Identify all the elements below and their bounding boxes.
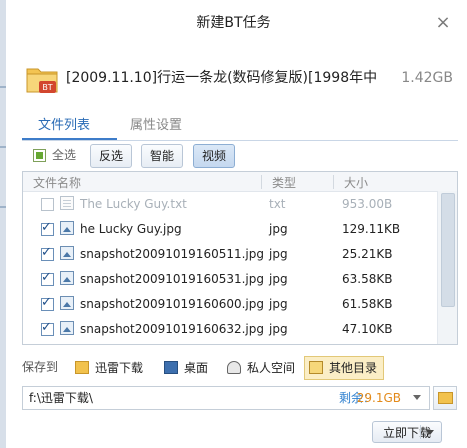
folder-icon bbox=[75, 361, 89, 374]
scrollbar-thumb[interactable] bbox=[441, 193, 455, 307]
file-type: jpg bbox=[269, 322, 288, 336]
destination-desktop[interactable]: 桌面 bbox=[159, 356, 215, 380]
save-path-combobox[interactable]: f:\迅雷下载\ 剩余： 29.1GB bbox=[22, 386, 430, 410]
browse-folder-button[interactable] bbox=[433, 386, 457, 410]
dialog-title: 新建BT任务 bbox=[196, 15, 271, 31]
file-checkbox[interactable] bbox=[41, 198, 54, 211]
download-now-button[interactable]: 立即下载 bbox=[372, 421, 442, 443]
file-type: jpg bbox=[269, 297, 288, 311]
file-size: 61.58KB bbox=[342, 297, 393, 311]
file-row[interactable]: snapshot20091019160531.jpg jpg 63.58KB bbox=[23, 267, 437, 291]
file-row[interactable]: snapshot20091019160511.jpg jpg 25.21KB bbox=[23, 242, 437, 266]
file-type: jpg bbox=[269, 247, 288, 261]
image-file-icon bbox=[60, 271, 74, 285]
image-file-icon bbox=[60, 321, 74, 335]
task-name: [2009.11.10]行运一条龙(数码修复版)[1998年中... bbox=[66, 70, 376, 86]
desktop-icon bbox=[164, 361, 178, 374]
file-list: 文件名称 类型 大小 The Lucky Guy.txt txt 953.00B… bbox=[22, 171, 458, 345]
file-size: 953.00B bbox=[342, 197, 393, 211]
destination-other-folder[interactable]: 其他目录 bbox=[304, 356, 385, 380]
private-space-icon bbox=[227, 361, 241, 374]
image-file-icon bbox=[60, 296, 74, 310]
close-icon: × bbox=[435, 12, 451, 33]
file-size: 25.21KB bbox=[342, 247, 393, 261]
tab-properties[interactable]: 属性设置 bbox=[130, 114, 182, 138]
task-total-size: 1.42GB bbox=[401, 70, 453, 86]
file-name: snapshot20091019160531.jpg bbox=[80, 272, 265, 286]
destination-thunder-downloads[interactable]: 迅雷下载 bbox=[70, 356, 150, 380]
file-size: 129.11KB bbox=[342, 222, 401, 236]
file-name: snapshot20091019160632.jpg bbox=[80, 322, 265, 336]
text-file-icon bbox=[60, 196, 74, 210]
file-checkbox[interactable] bbox=[41, 270, 54, 286]
chevron-down-icon[interactable] bbox=[413, 395, 421, 400]
image-file-icon bbox=[60, 221, 74, 235]
file-type: jpg bbox=[269, 222, 288, 236]
file-checkbox[interactable] bbox=[41, 295, 54, 311]
smart-select-button[interactable]: 智能 bbox=[141, 144, 184, 168]
folder-icon bbox=[438, 392, 453, 404]
tab-divider bbox=[22, 140, 458, 141]
file-type: txt bbox=[269, 197, 286, 211]
bt-badge-text: BT bbox=[42, 83, 52, 92]
download-now-label: 立即下载 bbox=[383, 426, 432, 440]
save-to-label: 保存到 bbox=[22, 360, 59, 374]
file-row[interactable]: he Lucky Guy.jpg jpg 129.11KB bbox=[23, 217, 437, 241]
file-name: snapshot20091019160511.jpg bbox=[80, 247, 265, 261]
other-folder-icon bbox=[309, 361, 323, 374]
free-space-value: 29.1GB bbox=[356, 391, 401, 405]
column-header-size[interactable]: 大小 bbox=[344, 174, 368, 191]
select-all-label[interactable]: 全选 bbox=[52, 145, 76, 165]
background-window-edge bbox=[0, 0, 6, 448]
file-size: 63.58KB bbox=[342, 272, 393, 286]
close-button[interactable]: × bbox=[433, 13, 453, 33]
destination-label: 私人空间 bbox=[247, 361, 296, 375]
file-list-scrollbar[interactable] bbox=[437, 191, 457, 344]
file-name: snapshot20091019160600.jpg bbox=[80, 297, 265, 311]
destination-private-space[interactable]: 私人空间 bbox=[222, 356, 302, 380]
file-row[interactable]: The Lucky Guy.txt txt 953.00B bbox=[23, 192, 437, 216]
destination-label: 桌面 bbox=[184, 361, 209, 375]
file-checkbox[interactable] bbox=[41, 245, 54, 261]
file-list-header: 文件名称 类型 大小 bbox=[23, 172, 457, 192]
tab-file-list[interactable]: 文件列表 bbox=[38, 114, 90, 138]
select-all-checkbox[interactable] bbox=[33, 149, 46, 162]
destination-label: 迅雷下载 bbox=[95, 361, 144, 375]
file-row[interactable]: snapshot20091019160600.jpg jpg 61.58KB bbox=[23, 292, 437, 316]
save-path-value[interactable]: f:\迅雷下载\ bbox=[29, 387, 93, 409]
image-file-icon bbox=[60, 246, 74, 260]
invert-selection-button[interactable]: 反选 bbox=[90, 144, 133, 168]
destination-label: 其他目录 bbox=[329, 361, 378, 375]
column-header-name[interactable]: 文件名称 bbox=[33, 174, 81, 191]
file-checkbox[interactable] bbox=[41, 320, 54, 336]
file-size: 47.10KB bbox=[342, 322, 393, 336]
bt-folder-icon: BT bbox=[26, 64, 58, 94]
file-row[interactable]: snapshot20091019160632.jpg jpg 47.10KB bbox=[23, 317, 437, 341]
chevron-down-icon[interactable] bbox=[426, 430, 434, 435]
column-header-type[interactable]: 类型 bbox=[272, 174, 296, 191]
file-checkbox[interactable] bbox=[41, 220, 54, 236]
file-type: jpg bbox=[269, 272, 288, 286]
file-name: he Lucky Guy.jpg bbox=[80, 222, 182, 236]
video-filter-button[interactable]: 视频 bbox=[193, 144, 236, 168]
file-name: The Lucky Guy.txt bbox=[80, 197, 187, 211]
